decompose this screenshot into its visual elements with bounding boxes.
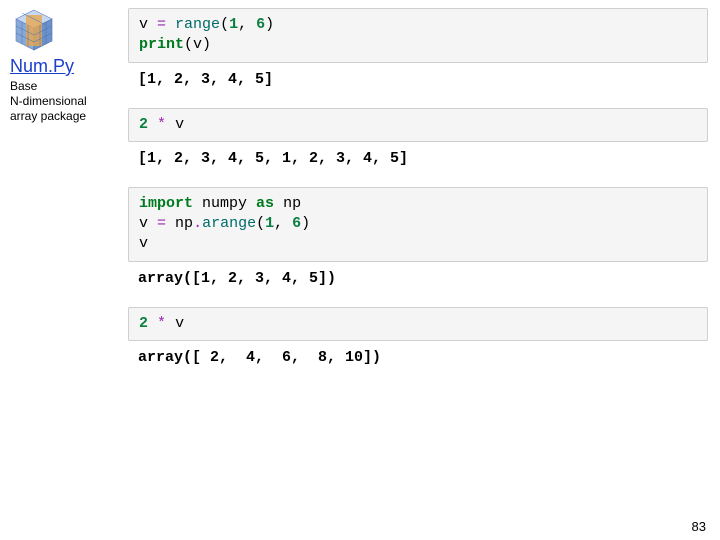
code-token: np <box>175 215 193 232</box>
sidebar: Num.Py Base N-dimensional array package <box>10 4 120 124</box>
code-token: , <box>238 16 256 33</box>
code-token: v <box>139 16 157 33</box>
code-token: ) <box>301 215 310 232</box>
code-token <box>166 215 175 232</box>
output-cell-2: [1, 2, 3, 4, 5, 1, 2, 3, 4, 5] <box>128 146 708 177</box>
page-number: 83 <box>692 519 706 534</box>
code-token: 6 <box>256 16 265 33</box>
subtitle-line-1: Base <box>10 79 37 93</box>
code-token: ( <box>184 36 193 53</box>
code-token: ) <box>202 36 211 53</box>
subtitle-line-3: array package <box>10 109 86 123</box>
code-token: = <box>157 16 166 33</box>
code-token: as <box>256 195 274 212</box>
code-token <box>166 116 175 133</box>
code-token: range <box>175 16 220 33</box>
output-cell-4: array([ 2, 4, 6, 8, 10]) <box>128 345 708 376</box>
code-token <box>274 195 283 212</box>
code-token: v <box>175 315 184 332</box>
subtitle-line-2: N-dimensional <box>10 94 87 108</box>
code-token: 6 <box>292 215 301 232</box>
code-token <box>148 116 157 133</box>
code-cell-1: v = range(1, 6) print(v) <box>128 8 708 63</box>
code-token: 2 <box>139 315 148 332</box>
code-token: 1 <box>229 16 238 33</box>
output-cell-1: [1, 2, 3, 4, 5] <box>128 67 708 98</box>
code-token: ( <box>220 16 229 33</box>
code-token: . <box>193 215 202 232</box>
code-token: v <box>139 215 157 232</box>
code-cell-2: 2 * v <box>128 108 708 142</box>
code-token: v <box>193 36 202 53</box>
code-token: * <box>157 315 166 332</box>
code-token: ) <box>265 16 274 33</box>
code-token: print <box>139 36 184 53</box>
code-token: np <box>283 195 301 212</box>
output-cell-3: array([1, 2, 3, 4, 5]) <box>128 266 708 297</box>
code-token: v <box>139 235 148 252</box>
code-token <box>193 195 202 212</box>
numpy-subtitle: Base N-dimensional array package <box>10 79 120 124</box>
code-token: = <box>157 215 166 232</box>
numpy-title-link[interactable]: Num.Py <box>10 56 120 77</box>
notebook-content: v = range(1, 6) print(v) [1, 2, 3, 4, 5]… <box>128 2 708 386</box>
code-token: v <box>175 116 184 133</box>
numpy-logo-icon <box>10 4 58 52</box>
code-token: , <box>274 215 292 232</box>
code-token: import <box>139 195 193 212</box>
code-token: arange <box>202 215 256 232</box>
code-token: * <box>157 116 166 133</box>
code-cell-3: import numpy as np v = np.arange(1, 6) v <box>128 187 708 262</box>
code-token <box>166 315 175 332</box>
code-token: numpy <box>202 195 256 212</box>
code-token <box>166 16 175 33</box>
code-cell-4: 2 * v <box>128 307 708 341</box>
code-token: 1 <box>265 215 274 232</box>
code-token: 2 <box>139 116 148 133</box>
code-token <box>148 315 157 332</box>
code-token: ( <box>256 215 265 232</box>
